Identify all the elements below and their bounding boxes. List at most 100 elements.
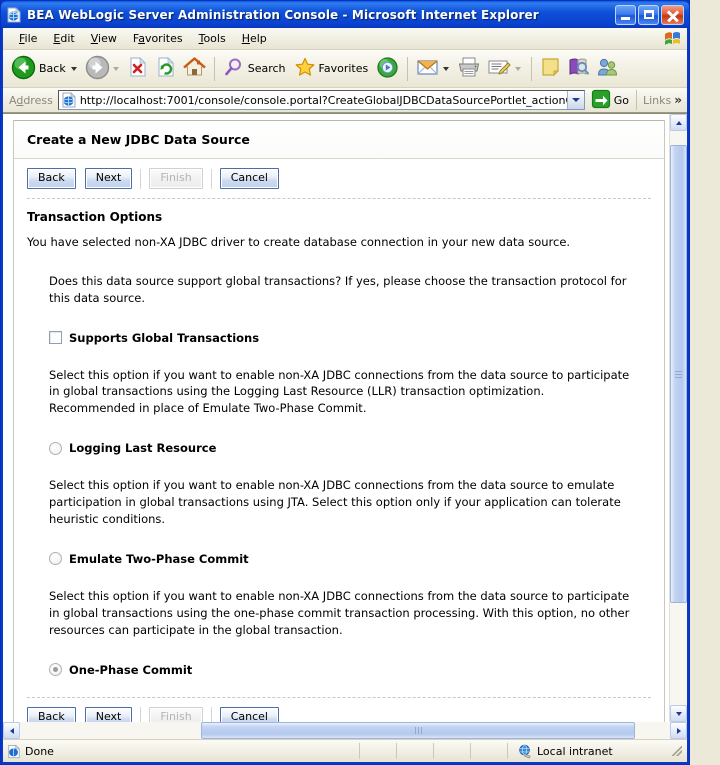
ie-browser-window: BEA WebLogic Server Administration Conso… (0, 0, 720, 765)
security-zone-pane[interactable]: Local intranet (508, 744, 668, 759)
forward-dropdown-caret-icon[interactable] (112, 66, 119, 71)
one-phase-commit-label: One-Phase Commit (69, 662, 193, 677)
forward-button[interactable] (82, 54, 124, 84)
scroll-up-button[interactable] (670, 114, 687, 131)
section-heading: Transaction Options (27, 210, 163, 225)
button-divider (140, 707, 142, 722)
back-dropdown-caret-icon[interactable] (70, 66, 77, 71)
back-arrow-icon (11, 55, 36, 83)
menu-bar: File Edit View Favorites Tools Help (3, 28, 687, 50)
window-client-area: File Edit View Favorites Tools Help Back… (3, 28, 687, 762)
transaction-question: Does this data source support global tra… (49, 273, 627, 305)
home-button[interactable] (180, 54, 209, 84)
logging-last-resource-radio[interactable] (49, 441, 62, 455)
maximize-button[interactable] (638, 4, 659, 25)
options-group: Does this data source support global tra… (27, 273, 648, 677)
ie-page-icon (7, 744, 21, 759)
logging-last-resource-row[interactable]: Logging Last Resource (49, 441, 632, 455)
window-title: BEA WebLogic Server Administration Conso… (27, 7, 539, 22)
button-divider (210, 168, 212, 189)
media-button[interactable] (373, 54, 402, 84)
status-bar: Done Local intranet (3, 739, 687, 762)
one-phase-commit-row[interactable]: One-Phase Commit (49, 663, 632, 677)
vertical-scroll-thumb[interactable] (670, 145, 687, 603)
edit-icon (487, 56, 512, 81)
window-frame: BEA WebLogic Server Administration Conso… (0, 0, 690, 765)
supports-global-transactions-label: Supports Global Transactions (69, 330, 260, 345)
supports-global-transactions-checkbox[interactable] (49, 331, 62, 345)
menu-item-file[interactable]: File (11, 30, 45, 47)
back-button[interactable]: Back (27, 168, 76, 190)
status-pane-4 (434, 742, 470, 760)
print-button[interactable] (454, 54, 484, 84)
close-button[interactable] (661, 4, 684, 25)
notes-button[interactable] (537, 54, 564, 84)
chevron-left-icon (9, 727, 14, 734)
menu-item-favorites[interactable]: Favorites (125, 30, 191, 47)
menu-item-tools[interactable]: Tools (191, 30, 234, 47)
go-button-label: Go (613, 93, 630, 107)
vertical-scrollbar[interactable] (669, 114, 687, 722)
refresh-button[interactable] (152, 54, 180, 84)
chevron-up-icon (675, 120, 682, 125)
next-button[interactable]: Next (84, 706, 133, 722)
menu-item-edit[interactable]: Edit (45, 30, 82, 47)
mail-button[interactable] (413, 54, 454, 84)
emulate-two-phase-commit-label: Emulate Two-Phase Commit (69, 551, 249, 566)
status-pane-2 (360, 742, 396, 760)
research-button[interactable] (564, 54, 593, 84)
title-bar: BEA WebLogic Server Administration Conso… (1, 1, 689, 28)
edit-button[interactable] (484, 54, 526, 84)
stop-button[interactable] (124, 54, 152, 84)
cancel-button[interactable]: Cancel (219, 706, 279, 722)
menu-item-help[interactable]: Help (234, 30, 275, 47)
print-icon (457, 56, 481, 81)
status-text: Done (25, 744, 54, 758)
resize-grip-icon[interactable] (670, 744, 684, 758)
back-button[interactable]: Back (27, 706, 76, 722)
address-input[interactable]: http://localhost:7001/console/console.po… (57, 90, 585, 110)
links-chevron-icon[interactable]: » (674, 94, 682, 106)
status-pane-5 (471, 742, 507, 760)
favorites-button[interactable]: Favorites (291, 54, 374, 84)
horizontal-scroll-thumb[interactable] (201, 722, 635, 739)
messenger-button[interactable] (593, 54, 622, 84)
supports-global-transactions-row[interactable]: Supports Global Transactions (49, 331, 632, 345)
emulate-two-phase-commit-row[interactable]: Emulate Two-Phase Commit (49, 552, 632, 566)
research-icon (567, 56, 590, 81)
caption-buttons (615, 4, 684, 25)
toolbar-separator (531, 56, 533, 81)
scroll-right-button[interactable] (670, 722, 687, 739)
one-phase-commit-radio[interactable] (49, 663, 62, 677)
transaction-options-section: Transaction Options You have selected no… (14, 199, 664, 696)
scroll-down-button[interactable] (670, 705, 687, 722)
chevron-down-icon (571, 98, 580, 102)
scroll-left-button[interactable] (3, 722, 20, 739)
security-zone-text: Local intranet (537, 744, 613, 758)
mail-dropdown-caret-icon[interactable] (443, 66, 450, 71)
toolbar-separator (213, 56, 215, 81)
media-icon (376, 56, 399, 82)
page-viewport: Create a New JDBC Data Source Back Next … (3, 113, 687, 739)
links-button[interactable]: Links (643, 94, 671, 107)
back-button[interactable]: Back (8, 54, 82, 84)
cancel-button[interactable]: Cancel (219, 168, 279, 190)
minimize-button[interactable] (615, 4, 636, 25)
logging-last-resource-description: Select this option if you want to enable… (49, 478, 621, 526)
emulate-two-phase-commit-radio[interactable] (49, 552, 62, 566)
address-dropdown-button[interactable] (566, 91, 584, 109)
main-toolbar: Back Search Favorites (3, 50, 687, 88)
wizard-buttons-top: Back Next Finish Cancel (14, 159, 664, 199)
horizontal-scroll-track[interactable] (20, 722, 670, 739)
next-button[interactable]: Next (84, 168, 133, 190)
messenger-icon (596, 56, 619, 81)
home-icon (182, 56, 206, 81)
search-button[interactable]: Search (220, 54, 291, 84)
vertical-scroll-track[interactable] (670, 131, 687, 705)
edit-dropdown-caret-icon[interactable] (515, 66, 522, 71)
status-message-pane: Done (3, 742, 359, 760)
horizontal-scrollbar[interactable] (3, 722, 687, 739)
menu-item-view[interactable]: View (83, 30, 125, 47)
go-button[interactable]: Go (591, 89, 629, 112)
search-button-label: Search (247, 62, 286, 75)
